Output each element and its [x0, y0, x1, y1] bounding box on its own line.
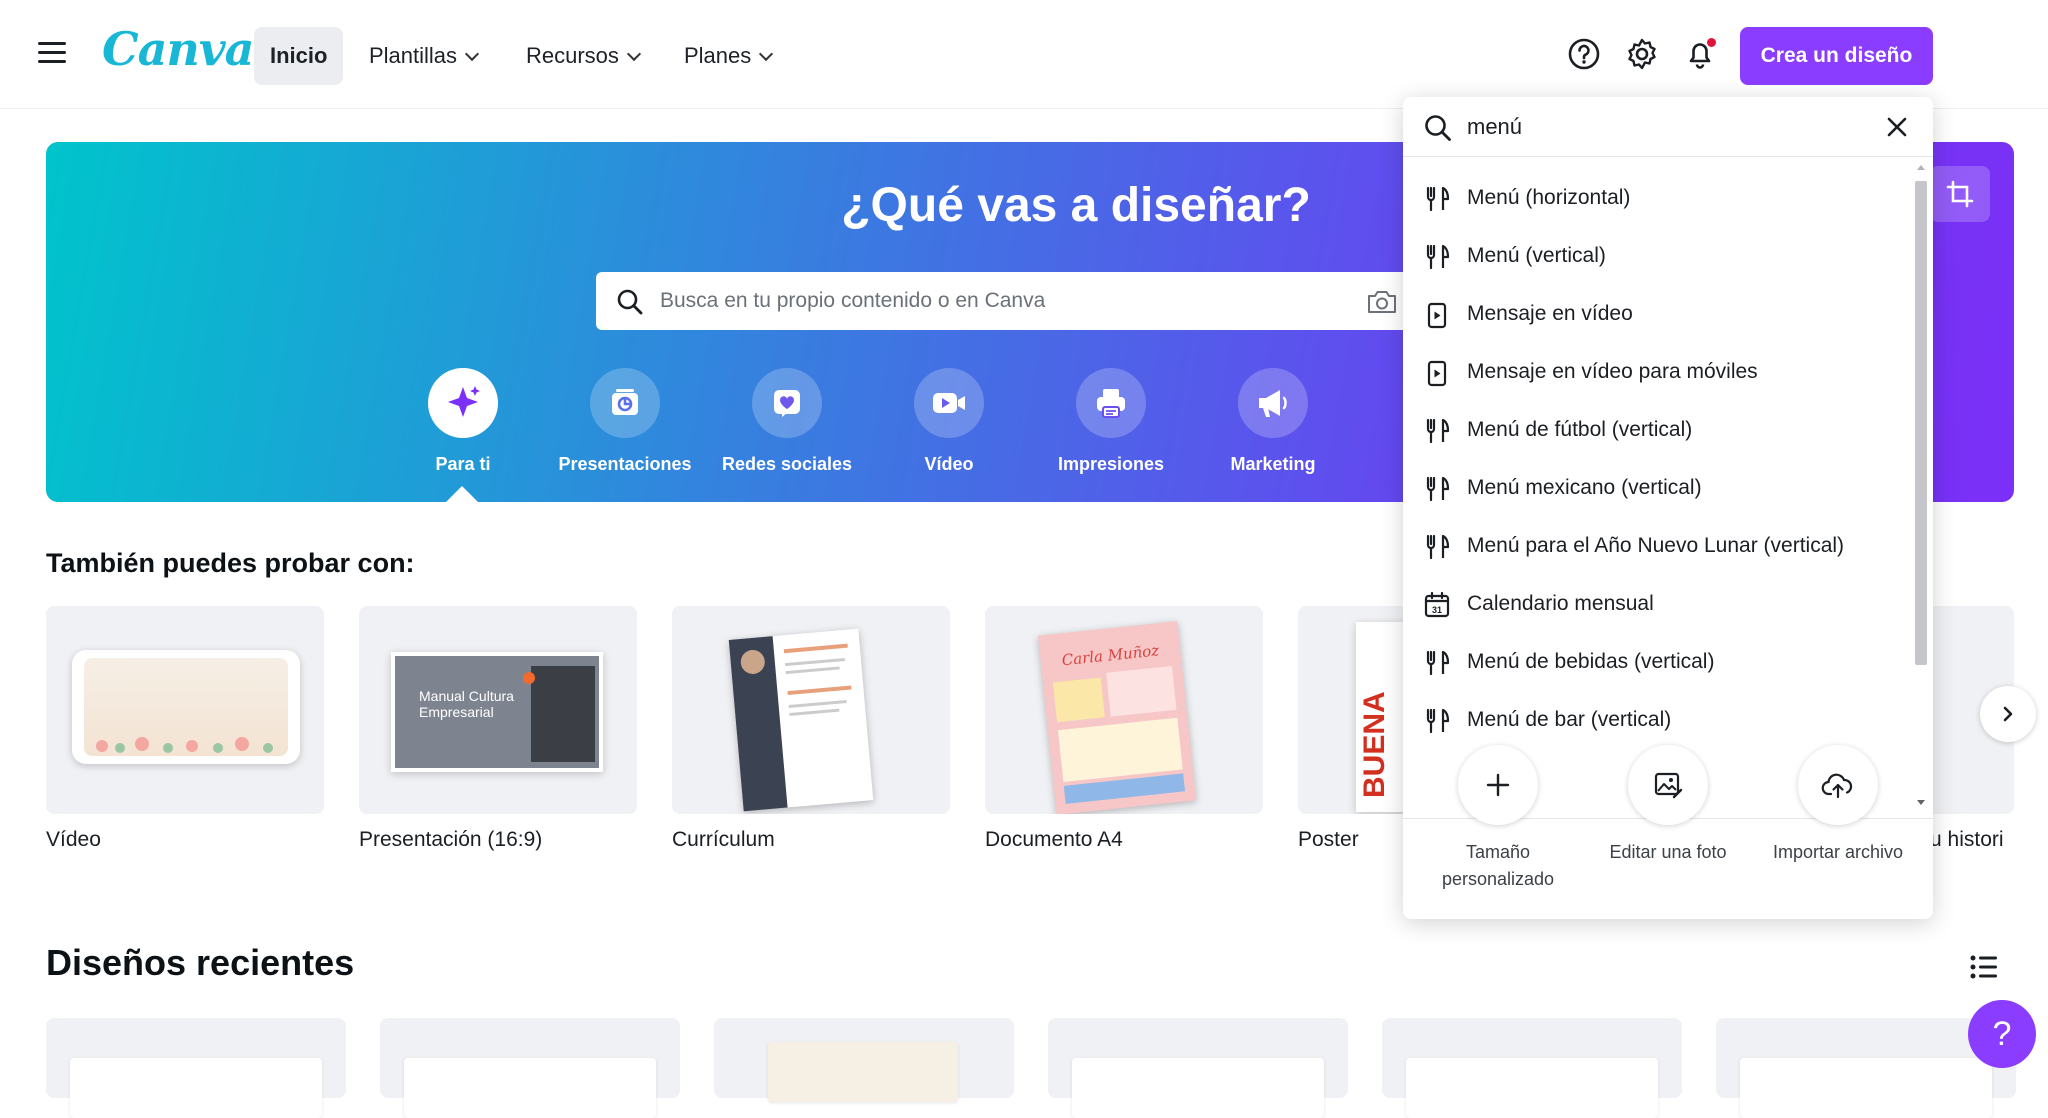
- suggestion-item[interactable]: Menú de bar (vertical): [1403, 691, 1903, 749]
- video-phone-icon: [1427, 360, 1447, 387]
- search-icon: [1425, 115, 1451, 141]
- cloud-upload-icon: [1798, 745, 1878, 825]
- svg-text:31: 31: [1432, 605, 1442, 615]
- suggestion-item[interactable]: Menú (vertical): [1403, 227, 1903, 285]
- nav-planes[interactable]: Planes: [668, 27, 787, 85]
- hamburger-menu-icon[interactable]: [38, 42, 66, 66]
- nav-inicio[interactable]: Inicio: [254, 27, 344, 85]
- category-marketing[interactable]: Marketing: [1198, 368, 1348, 475]
- video-phone-icon: [1427, 302, 1447, 329]
- settings-icon[interactable]: [1622, 34, 1662, 74]
- help-icon[interactable]: [1564, 34, 1604, 74]
- create-design-button[interactable]: Crea un diseño: [1740, 27, 1933, 85]
- utensils-icon: [1426, 418, 1450, 444]
- custom-size-action[interactable]: Tamaño personalizado: [1413, 745, 1583, 893]
- utensils-icon: [1426, 708, 1450, 734]
- utensils-icon: [1426, 186, 1450, 212]
- calendar-icon: 31: [1424, 591, 1450, 618]
- card-label-curriculum: Currículum: [672, 828, 775, 851]
- suggestion-item[interactable]: Menú (horizontal): [1403, 169, 1903, 227]
- poster-thumb-word: BUENA: [1358, 691, 1391, 798]
- suggestion-scrollbar[interactable]: [1911, 159, 1931, 819]
- list-view-icon[interactable]: [1970, 954, 1998, 985]
- heart-icon: [752, 368, 822, 438]
- recent-design-card[interactable]: [1382, 1018, 1682, 1118]
- card-label-documento: Documento A4: [985, 828, 1123, 851]
- card-label-poster: Poster: [1298, 828, 1359, 851]
- category-impresiones[interactable]: Impresiones: [1036, 368, 1186, 475]
- search-icon: [617, 289, 643, 315]
- card-label-presentacion: Presentación (16:9): [359, 828, 543, 851]
- edit-photo-action[interactable]: Editar una foto: [1583, 745, 1753, 866]
- recent-design-card[interactable]: [714, 1018, 1014, 1102]
- recent-design-card[interactable]: [380, 1018, 680, 1118]
- help-fab-button[interactable]: ?: [1968, 1000, 2036, 1068]
- suggestion-list: Menú (horizontal) Menú (vertical) Mensaj…: [1403, 157, 1933, 819]
- chevron-down-icon: [626, 46, 641, 62]
- dropdown-search-value[interactable]: menú: [1467, 97, 1522, 157]
- utensils-icon: [1426, 650, 1450, 676]
- suggestion-item[interactable]: Menú de fútbol (vertical): [1403, 401, 1903, 459]
- video-icon: [914, 368, 984, 438]
- close-icon[interactable]: [1885, 115, 1909, 139]
- hero-search-placeholder: Busca en tu propio contenido o en Canva: [660, 289, 1046, 312]
- printer-icon: [1076, 368, 1146, 438]
- search-dropdown: menú Menú (horizontal) Menú (vertical) M…: [1403, 97, 1933, 919]
- import-file-action[interactable]: Importar archivo: [1753, 745, 1923, 866]
- category-redes-sociales[interactable]: Redes sociales: [712, 368, 862, 475]
- try-section-title: También puedes probar con:: [46, 548, 415, 578]
- camera-icon[interactable]: [1366, 288, 1398, 316]
- scroll-thumb[interactable]: [1915, 181, 1927, 665]
- category-para-ti[interactable]: Para ti: [388, 368, 538, 475]
- megaphone-icon: [1238, 368, 1308, 438]
- hero-search-bar[interactable]: Busca en tu propio contenido o en Canva: [596, 272, 1416, 330]
- presentation-thumb-title: Manual Cultura Empresarial: [419, 688, 514, 720]
- utensils-icon: [1426, 476, 1450, 502]
- nav-recursos[interactable]: Recursos: [510, 27, 655, 85]
- chevron-down-icon: [759, 46, 774, 62]
- notification-badge: [1707, 38, 1716, 47]
- recent-design-card[interactable]: [1048, 1018, 1348, 1118]
- card-curriculum[interactable]: [672, 606, 950, 814]
- category-presentaciones[interactable]: Presentaciones: [550, 368, 700, 475]
- card-label-video: Vídeo: [46, 828, 101, 851]
- recent-design-card[interactable]: [46, 1018, 346, 1118]
- suggestion-item[interactable]: Mensaje en vídeo: [1403, 285, 1903, 343]
- crop-icon[interactable]: [1930, 166, 1990, 222]
- chevron-down-icon: [464, 46, 480, 62]
- canva-logo[interactable]: Canva: [102, 22, 254, 76]
- scroll-up-arrow-icon[interactable]: [1915, 163, 1927, 173]
- carousel-next-button[interactable]: [1980, 686, 2036, 742]
- utensils-icon: [1426, 244, 1450, 270]
- suggestion-item[interactable]: Menú mexicano (vertical): [1403, 459, 1903, 517]
- card-presentacion[interactable]: Manual Cultura Empresarial: [359, 606, 637, 814]
- suggestion-item[interactable]: Menú para el Año Nuevo Lunar (vertical): [1403, 517, 1903, 575]
- suggestion-item[interactable]: Mensaje en vídeo para móviles: [1403, 343, 1903, 401]
- suggestion-item[interactable]: Menú de bebidas (vertical): [1403, 633, 1903, 691]
- chevron-right-icon: [2003, 706, 2013, 722]
- nav-plantillas[interactable]: Plantillas: [353, 27, 493, 85]
- image-edit-icon: [1628, 745, 1708, 825]
- suggestion-item[interactable]: 31 Calendario mensual: [1403, 575, 1903, 633]
- top-navigation: Canva Inicio Plantillas Recursos Planes …: [0, 0, 2048, 108]
- active-category-pointer: [446, 486, 478, 502]
- presentation-icon: [590, 368, 660, 438]
- card-documento-a4[interactable]: Carla Muñoz: [985, 606, 1263, 814]
- sparkle-icon: [428, 368, 498, 438]
- dropdown-search-field[interactable]: menú: [1403, 97, 1933, 157]
- plus-icon: [1458, 745, 1538, 825]
- recent-designs-title: Diseños recientes: [46, 942, 355, 983]
- card-poster[interactable]: BUENA: [1298, 606, 1408, 814]
- utensils-icon: [1426, 534, 1450, 560]
- category-video[interactable]: Vídeo: [874, 368, 1024, 475]
- card-video[interactable]: [46, 606, 324, 814]
